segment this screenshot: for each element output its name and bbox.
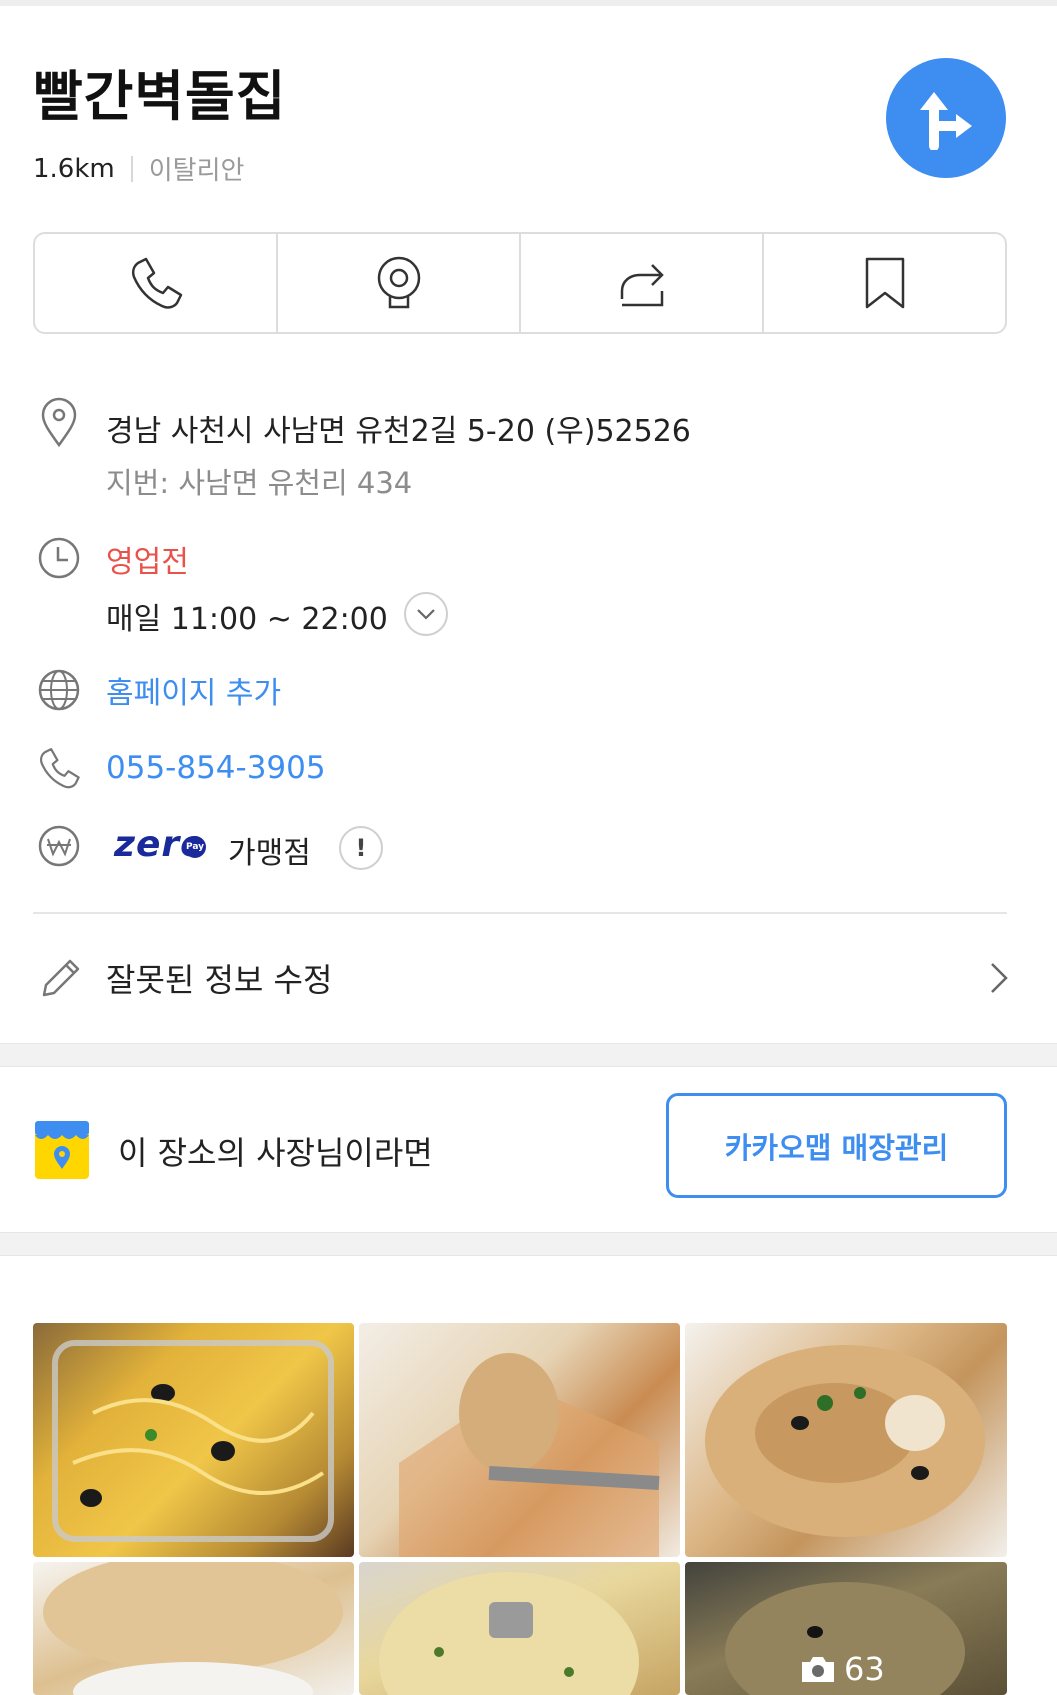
section-divider (33, 912, 1007, 914)
street-view-icon (377, 256, 420, 309)
store-management-button[interactable]: 카카오맵 매장관리 (666, 1093, 1007, 1198)
photo-thumbnail[interactable] (685, 1323, 1007, 1557)
owner-prompt: 이 장소의 사장님이라면 (118, 1134, 433, 1172)
call-button[interactable] (35, 234, 278, 332)
hours-expand-button[interactable] (404, 592, 448, 636)
action-bar (33, 232, 1007, 334)
globe-icon (37, 668, 81, 712)
roadview-button[interactable] (278, 234, 521, 332)
zeropay-info-button[interactable]: ! (339, 826, 383, 870)
won-icon (37, 824, 81, 868)
section-gap (0, 1043, 1057, 1067)
zeropay-label: 가맹점 (228, 836, 311, 871)
save-button[interactable] (764, 234, 1005, 332)
category: 이탈리안 (148, 156, 245, 186)
photo-count-value: 63 (844, 1650, 885, 1688)
edit-info-link[interactable]: 잘못된 정보 수정 (106, 955, 332, 1001)
photo-thumbnail[interactable] (33, 1323, 354, 1557)
distance: 1.6km (33, 153, 115, 184)
phone-number[interactable]: 055-854-3905 (106, 750, 326, 786)
place-subline: 1.6km 이탈리안 (33, 150, 244, 187)
address: 경남 사천시 사남면 유천2길 5-20 (우)52526 (106, 414, 691, 449)
directions-button[interactable] (886, 58, 1006, 178)
pencil-icon (38, 955, 82, 999)
chevron-down-icon (417, 609, 435, 620)
share-icon (620, 264, 664, 307)
location-pin-icon (37, 397, 81, 448)
photo-thumbnail[interactable] (359, 1562, 680, 1695)
address-lot: 지번: 사남면 유천리 434 (106, 466, 413, 500)
phone-small-icon (37, 746, 81, 790)
directions-icon (920, 92, 972, 150)
zeropay-badge: Pay (184, 836, 206, 858)
clock-icon (37, 536, 81, 580)
place-name: 빨간벽돌집 (33, 65, 287, 128)
chevron-right-icon[interactable] (984, 958, 1014, 998)
photo-thumbnail[interactable] (33, 1562, 354, 1695)
photo-thumbnail[interactable] (359, 1323, 680, 1557)
top-strip (0, 0, 1057, 6)
section-gap (0, 1232, 1057, 1256)
add-homepage-link[interactable]: 홈페이지 추가 (106, 668, 281, 712)
bookmark-icon (865, 257, 904, 309)
phone-icon (131, 257, 182, 309)
share-button[interactable] (521, 234, 764, 332)
store-owner-icon (35, 1121, 89, 1179)
photo-count[interactable]: 63 (800, 1650, 885, 1688)
business-status: 영업전 (106, 545, 189, 580)
camera-icon (802, 1657, 834, 1682)
exclamation-icon: ! (355, 834, 367, 862)
business-hours: 매일 11:00 ~ 22:00 (106, 602, 388, 637)
divider (130, 155, 133, 182)
